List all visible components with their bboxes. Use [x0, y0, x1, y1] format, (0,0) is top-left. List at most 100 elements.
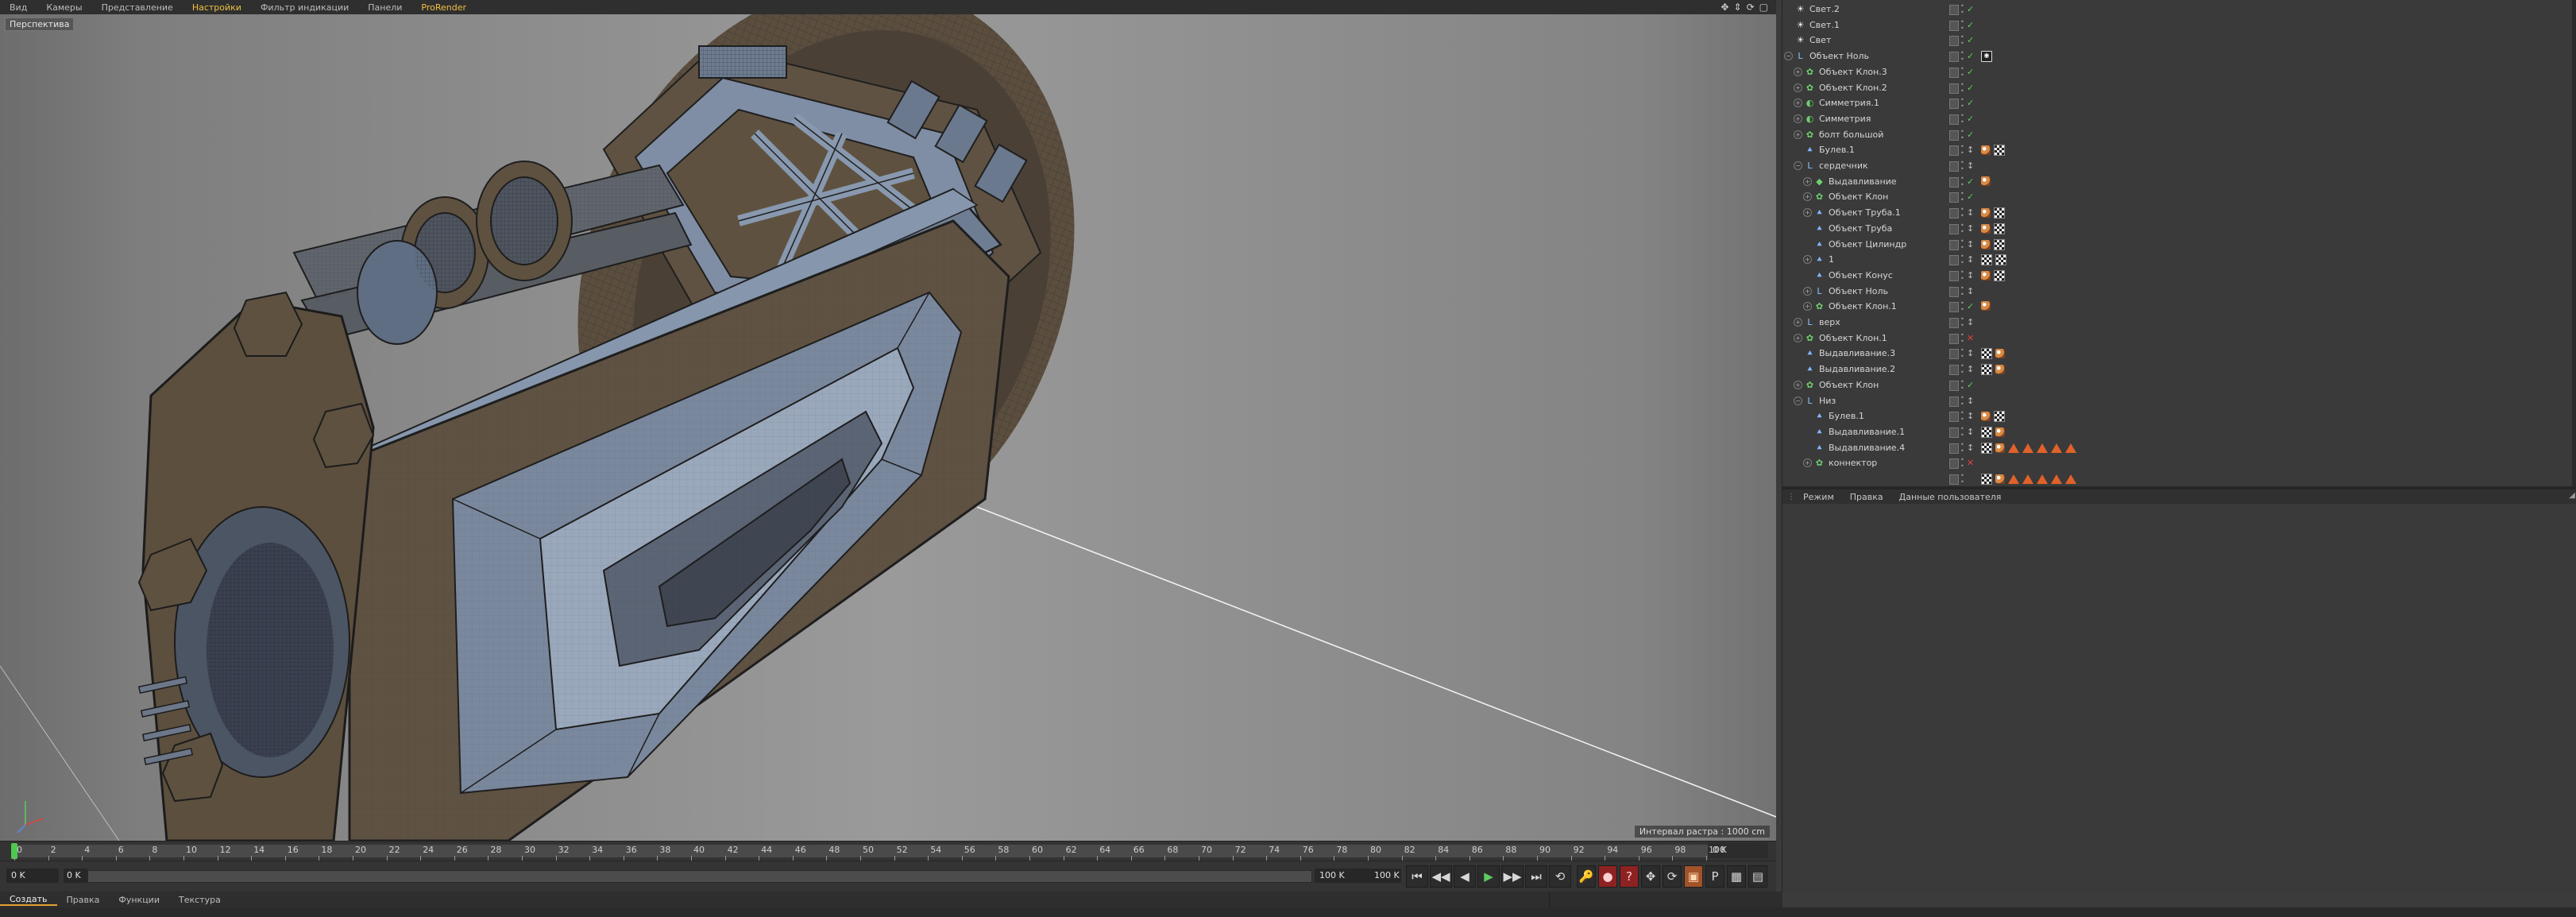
viewport-menu-item[interactable]: Вид — [0, 2, 37, 13]
visibility-dots-icon[interactable]: • • — [1960, 128, 1965, 141]
checker-tag-icon[interactable] — [1994, 207, 2005, 219]
timeline-ruler[interactable]: 0 K 0 2 4 6 8 10 12 14 16 18 20 22 24 26 28 30 32 34 36 38 4… — [0, 841, 1776, 861]
go-end-button[interactable]: ⏭ — [1525, 865, 1547, 888]
enabled-toggle-icon[interactable]: ✓ — [1967, 98, 1974, 108]
object-name[interactable]: Объект Труба — [1829, 223, 1892, 234]
enabled-toggle-icon[interactable]: ✓ — [1967, 192, 1974, 202]
move-key-icon[interactable]: ✥ — [1641, 865, 1660, 888]
object-row[interactable]: ⯅ Объект Труба • • ↕ — [1782, 221, 2576, 237]
layer-swatch[interactable] — [1949, 474, 1959, 485]
expand-toggle-icon[interactable]: + — [1803, 458, 1812, 468]
layer-swatch[interactable] — [1949, 161, 1959, 172]
layer-swatch[interactable] — [1949, 365, 1959, 376]
checker-tag-icon[interactable] — [1981, 348, 1992, 360]
layer-swatch[interactable] — [1949, 427, 1959, 438]
visibility-dots-icon[interactable]: • • — [1960, 18, 1965, 32]
expand-toggle-icon[interactable]: − — [1794, 396, 1802, 405]
visibility-dots-icon[interactable]: • • — [1960, 378, 1965, 392]
object-row[interactable]: ☀ Свет.1 • • ✓ — [1782, 17, 2576, 33]
enabled-toggle-icon[interactable]: ✓ — [1967, 35, 1974, 45]
tri-tag-icon[interactable] — [2037, 443, 2048, 453]
enabled-toggle-icon[interactable]: ✓ — [1967, 176, 1974, 187]
object-row[interactable]: + ◐ Симметрия.1 • • ✓ — [1782, 95, 2576, 111]
layer-swatch[interactable] — [1949, 286, 1959, 297]
object-name[interactable]: Выдавливание.3 — [1819, 348, 1895, 358]
checker-tag-icon[interactable] — [1994, 238, 2005, 250]
enabled-toggle-icon[interactable]: ↕ — [1967, 364, 1974, 374]
layer-swatch[interactable] — [1949, 349, 1959, 360]
object-row[interactable]: ⯅ Выдавливание.1 • • ↕ — [1782, 424, 2576, 440]
phong-tag-icon[interactable] — [1981, 412, 1991, 422]
expand-toggle-icon[interactable]: + — [1803, 302, 1812, 311]
object-row[interactable]: + ◐ Симметрия • • ✓ — [1782, 111, 2576, 127]
object-name[interactable]: Объект Клон.1 — [1829, 301, 1897, 311]
range-end-field[interactable]: 100 K — [1315, 869, 1372, 883]
visibility-dots-icon[interactable]: • • — [1960, 34, 1965, 47]
object-row[interactable]: + ✿ Объект Клон.2 • • ✓ — [1782, 80, 2576, 96]
object-row[interactable]: + ✿ коннектор • • ✕ — [1782, 455, 2576, 471]
layer-swatch[interactable] — [1949, 83, 1959, 94]
visibility-dots-icon[interactable]: • • — [1960, 473, 1965, 486]
viewport-menu-item[interactable]: Представление — [92, 2, 183, 13]
object-row[interactable]: + Lверх • • ↕ — [1782, 315, 2576, 331]
object-name[interactable]: сердечник — [1819, 161, 1868, 171]
layer-swatch[interactable] — [1949, 255, 1959, 266]
enabled-toggle-icon[interactable]: ✓ — [1967, 83, 1974, 93]
visibility-dots-icon[interactable]: • • — [1960, 284, 1965, 298]
visibility-dots-icon[interactable]: • • — [1960, 410, 1965, 423]
expand-toggle-icon[interactable]: + — [1794, 83, 1802, 92]
visibility-dots-icon[interactable]: • • — [1960, 300, 1965, 313]
visibility-dots-icon[interactable]: • • — [1960, 363, 1965, 376]
object-name[interactable]: Объект Клон.1 — [1819, 333, 1887, 343]
range-start-field[interactable]: 0 K — [64, 869, 87, 883]
checker-tag-icon[interactable] — [1981, 442, 1992, 454]
expand-toggle-icon[interactable]: + — [1794, 67, 1802, 76]
object-row[interactable]: ⯅ Выдавливание.3 • • ↕ — [1782, 346, 2576, 362]
object-row[interactable]: + ◆ Выдавливание • • ✓ — [1782, 174, 2576, 190]
tri-tag-icon[interactable] — [2008, 443, 2019, 453]
object-name[interactable]: Объект Труба.1 — [1829, 207, 1901, 218]
visibility-dots-icon[interactable]: • • — [1960, 81, 1965, 95]
attribute-menu-item[interactable]: Режим — [1795, 492, 1842, 502]
checker-tag-icon[interactable] — [1981, 426, 1992, 438]
viewport-menu-item[interactable]: ProRender — [411, 2, 476, 13]
checker-tag-icon[interactable] — [1981, 254, 1992, 266]
expand-toggle-icon[interactable]: + — [1803, 176, 1812, 186]
object-name[interactable]: коннектор — [1829, 458, 1877, 468]
object-row[interactable]: ⯅ Объект Конус • • ↕ — [1782, 268, 2576, 284]
object-name[interactable]: Симметрия — [1819, 114, 1871, 124]
object-name[interactable]: Низ — [1819, 396, 1836, 406]
enabled-toggle-icon[interactable]: ✕ — [1967, 333, 1974, 343]
enabled-toggle-icon[interactable]: ↕ — [1967, 239, 1974, 250]
tri-tag-icon[interactable] — [2051, 443, 2062, 453]
rotate-icon[interactable]: ⟳ — [1747, 2, 1755, 13]
object-name[interactable]: Булев.1 — [1829, 411, 1864, 421]
visibility-dots-icon[interactable]: • • — [1960, 331, 1965, 345]
layer-swatch[interactable] — [1949, 52, 1959, 63]
expand-toggle-icon[interactable]: − — [1794, 161, 1802, 170]
object-row[interactable]: + ✿ Объект Клон.1 • • ✓ — [1782, 299, 2576, 315]
material-tab[interactable]: Создать — [0, 894, 57, 906]
layer-swatch[interactable] — [1949, 20, 1959, 31]
visibility-dots-icon[interactable]: • • — [1960, 144, 1965, 157]
visibility-dots-icon[interactable]: • • — [1960, 425, 1965, 439]
material-tab[interactable]: Функции — [109, 895, 169, 905]
phong-tag-icon[interactable] — [1995, 443, 2005, 453]
phong-tag-icon[interactable] — [1995, 474, 2005, 484]
layer-swatch[interactable] — [1949, 333, 1959, 344]
object-row[interactable]: + ✿ Объект Клон • • ✓ — [1782, 189, 2576, 205]
phong-tag-icon[interactable] — [1981, 301, 1991, 311]
next-frame-button[interactable]: ▶▶ — [1501, 865, 1524, 888]
visibility-dots-icon[interactable]: • • — [1960, 191, 1965, 203]
phong-tag-icon[interactable] — [1995, 427, 2005, 437]
visibility-dots-icon[interactable]: • • — [1960, 253, 1965, 266]
enabled-toggle-icon[interactable]: ↕ — [1967, 286, 1974, 296]
layer-swatch[interactable] — [1949, 208, 1959, 219]
object-list-scrollbar[interactable] — [2572, 0, 2576, 486]
phong-tag-icon[interactable] — [1995, 349, 2005, 359]
object-name[interactable]: болт большой — [1819, 130, 1883, 140]
object-row[interactable]: + ✿ Объект Клон.1 • • ✕ — [1782, 331, 2576, 346]
phong-tag-icon[interactable] — [1995, 365, 2005, 375]
object-row[interactable]: ⯅ Выдавливание.2 • • ↕ — [1782, 362, 2576, 377]
object-row[interactable]: ⯅ Булев.1 • • ↕ — [1782, 142, 2576, 158]
